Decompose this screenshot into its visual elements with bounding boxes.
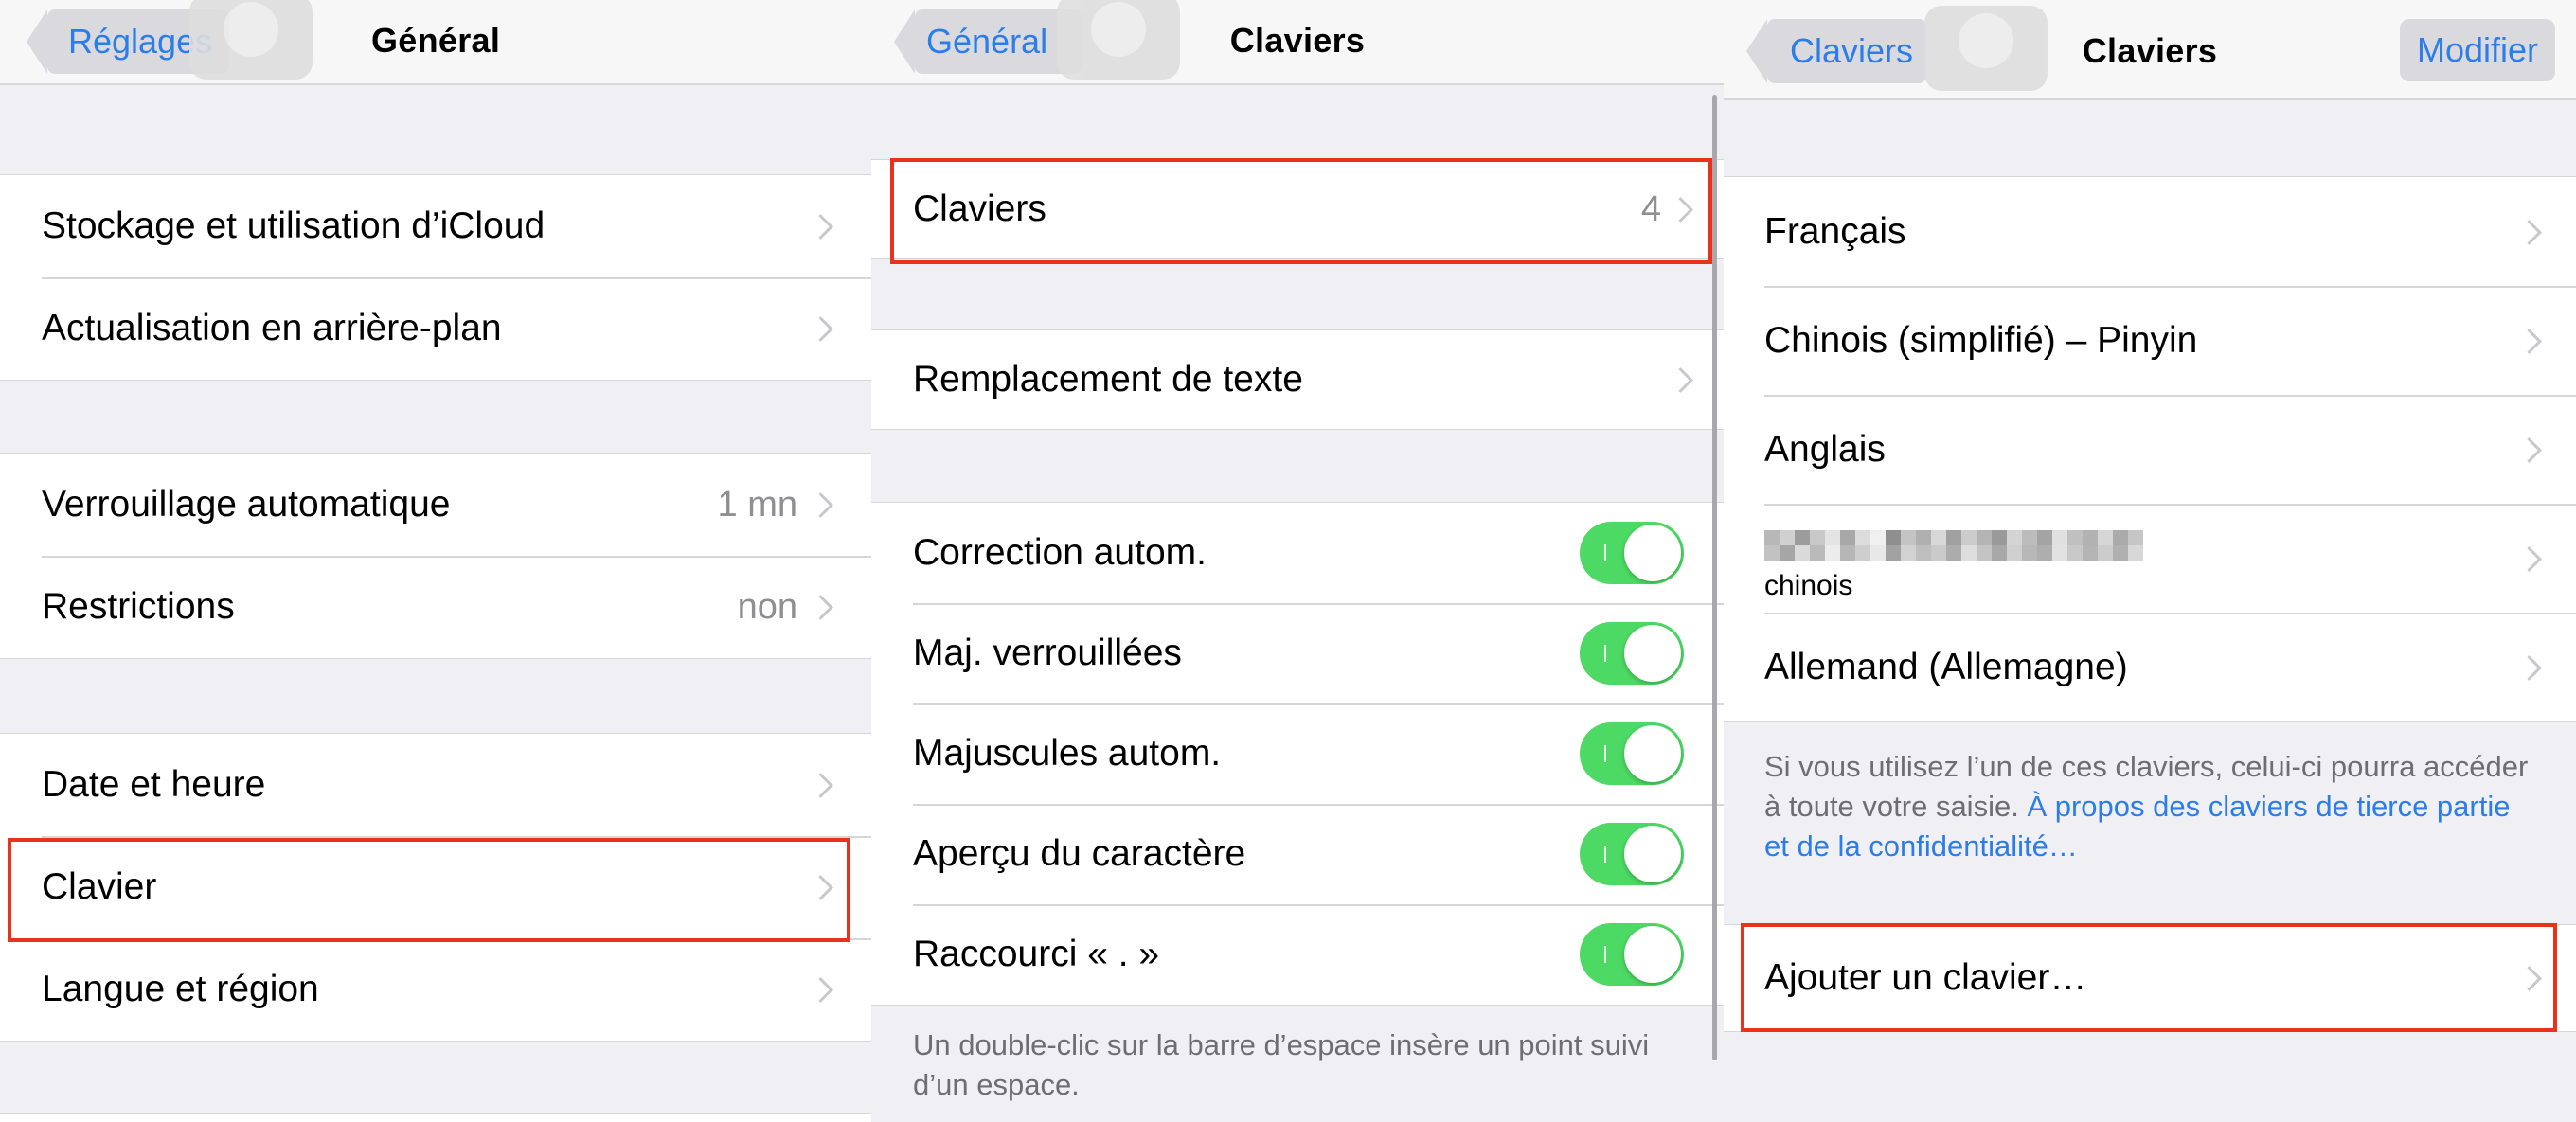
row-label: Raccourci « . »	[913, 934, 1160, 974]
settings-group-partial	[0, 1113, 871, 1122]
row-label: Verrouillage automatique	[42, 484, 451, 525]
row-label: Actualisation en arrière-plan	[42, 308, 502, 348]
row-auto-capitalization: Majuscules autom.	[871, 703, 1724, 804]
row-label: Restrictions	[42, 586, 235, 627]
page-title: Général	[371, 21, 501, 60]
chevron-right-icon	[2516, 654, 2542, 681]
chevron-right-icon	[808, 773, 833, 798]
row-label: Aperçu du caractère	[913, 833, 1246, 874]
keyboard-settings-screen: Général Claviers Claviers 4 Remplacement…	[871, 0, 1724, 1122]
row-label: Stockage et utilisation d’iCloud	[42, 205, 546, 246]
page-title: Claviers	[1229, 21, 1366, 60]
keyboard-name: Français	[1764, 210, 1906, 252]
toggles-group: Correction autom. Maj. verrouillées Maju…	[871, 502, 1724, 1006]
row-icloud-storage[interactable]: Stockage et utilisation d’iCloud	[0, 175, 871, 277]
list-item-keyboard[interactable]: chinois	[1724, 504, 2576, 613]
navigation-bar: Général Claviers	[871, 0, 1724, 85]
general-settings-screen: Réglages Général Stockage et utilisation…	[0, 0, 871, 1122]
chevron-right-icon	[808, 595, 833, 620]
list-item-keyboard[interactable]: Chinois (simplifié) – Pinyin	[1724, 286, 2576, 395]
row-language-region[interactable]: Langue et région	[0, 938, 871, 1041]
chevron-right-icon	[1668, 367, 1693, 393]
keyboard-name: Allemand (Allemagne)	[1764, 646, 2128, 687]
pixelated-keyboard-name-row2	[1764, 545, 2143, 561]
edit-button[interactable]: Modifier	[2400, 19, 2555, 81]
row-label: Remplacement de texte	[913, 359, 1303, 400]
text-replacement-group: Remplacement de texte	[871, 329, 1724, 430]
chevron-right-icon	[2516, 328, 2542, 354]
row-character-preview: Aperçu du caractère	[871, 804, 1724, 904]
privacy-footnote: Si vous utilisez l’un de ces claviers, c…	[1764, 747, 2541, 866]
row-background-refresh[interactable]: Actualisation en arrière-plan	[0, 277, 871, 380]
chevron-right-icon	[2516, 436, 2542, 463]
keyboard-list-screen: Claviers Claviers Modifier Français Chin…	[1724, 0, 2576, 1122]
auto-capitalization-toggle[interactable]	[1580, 722, 1684, 785]
scrollbar[interactable]	[1712, 95, 1717, 1060]
navigation-bar: Claviers Claviers Modifier	[1724, 0, 2576, 100]
navigation-bar: Réglages Général	[0, 0, 871, 85]
row-caps-lock: Maj. verrouillées	[871, 603, 1724, 703]
highlight-box-keyboard	[8, 838, 850, 942]
character-preview-toggle[interactable]	[1580, 823, 1684, 885]
chevron-right-icon	[808, 977, 833, 1003]
row-value: non	[737, 586, 797, 627]
keyboard-list: Français Chinois (simplifié) – Pinyin An…	[1724, 176, 2576, 722]
auto-correction-toggle[interactable]	[1580, 522, 1684, 584]
row-label: Date et heure	[42, 764, 266, 805]
chevron-right-icon	[2516, 219, 2542, 245]
row-label: Majuscules autom.	[913, 733, 1222, 774]
keyboard-name: Chinois (simplifié) – Pinyin	[1764, 319, 2198, 361]
row-label: Maj. verrouillées	[913, 632, 1182, 673]
period-shortcut-toggle[interactable]	[1580, 923, 1684, 986]
list-item-keyboard[interactable]: Allemand (Allemagne)	[1724, 613, 2576, 721]
caps-lock-toggle[interactable]	[1580, 622, 1684, 685]
row-label: Langue et région	[42, 969, 319, 1009]
chevron-right-icon	[808, 492, 833, 518]
row-text-replacement[interactable]: Remplacement de texte	[871, 330, 1724, 429]
highlight-box-add-keyboard	[1741, 923, 2557, 1032]
settings-group-icloud: Stockage et utilisation d’iCloud Actuali…	[0, 174, 871, 381]
keyboard-sublabel: chinois	[1764, 570, 1853, 601]
row-restrictions[interactable]: Restrictions non	[0, 556, 871, 658]
highlight-box-keyboards	[890, 158, 1712, 264]
list-item-keyboard[interactable]: Anglais	[1724, 395, 2576, 504]
chevron-right-icon	[808, 214, 833, 240]
row-value: 1 mn	[717, 484, 797, 525]
pixelated-keyboard-name	[1764, 530, 2143, 545]
row-date-time[interactable]: Date et heure	[0, 734, 871, 836]
row-auto-correction: Correction autom.	[871, 503, 1724, 603]
row-period-shortcut: Raccourci « . »	[871, 904, 1724, 1005]
period-shortcut-footnote: Un double-clic sur la barre d’espace ins…	[913, 1028, 1650, 1101]
list-item-keyboard[interactable]: Français	[1724, 177, 2576, 286]
chevron-right-icon	[2516, 545, 2542, 572]
settings-group-lock: Verrouillage automatique 1 mn Restrictio…	[0, 453, 871, 659]
chevron-right-icon	[808, 316, 833, 342]
row-auto-lock[interactable]: Verrouillage automatique 1 mn	[0, 454, 871, 556]
keyboard-name: Anglais	[1764, 428, 1886, 470]
row-label: Correction autom.	[913, 532, 1207, 573]
